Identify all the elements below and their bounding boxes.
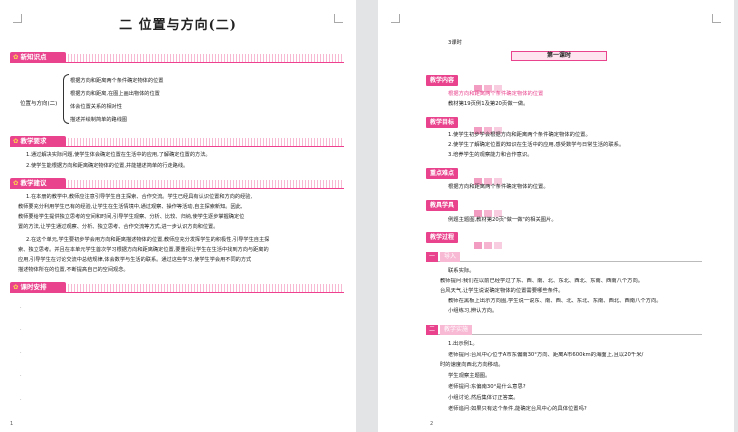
tag-tools: 教具学具 bbox=[426, 200, 459, 211]
tag-teaching-content: 教学内容 bbox=[426, 75, 459, 86]
step-header: 二 教学实施 bbox=[426, 325, 702, 335]
mindmap-branch: 体会位置关系的相对性 bbox=[70, 104, 122, 110]
tag-decor bbox=[474, 119, 504, 134]
crop-mark bbox=[712, 14, 721, 23]
suggestion-line: 2.在这个单元,学生要初步学会用方向和距离描述物体的位置,教师应充分发挥学生的积… bbox=[26, 237, 270, 243]
suggestion-line: 教师要充分利用学生已有的经验,让学生在生活情境中,通过观察、操作等活动,自主探索… bbox=[18, 204, 243, 210]
page-number: 1 bbox=[10, 421, 14, 427]
section-header-suggestions: ✿ 教学建议 bbox=[10, 178, 344, 189]
decorative-hatch bbox=[68, 138, 344, 146]
intro-line: 教师提问:我们在以前已经学过了东、西、南、北、东北、西北、东南、西南八个方向。 bbox=[440, 278, 644, 284]
suggestion-line: 教师要给学生提供独立思考的空间和时间,引导学生观察、分析、比较、归纳,使学生逐步… bbox=[18, 214, 245, 220]
content-line: 教材第19页例1及第20页做一做。 bbox=[448, 101, 529, 107]
tag-keypoints: 重点难点 bbox=[426, 168, 459, 179]
section-header-requirements: ✿ 教学要求 bbox=[10, 136, 344, 147]
keypoint-line: 根据方向和距离两个条件确定物体的位置。 bbox=[448, 184, 549, 190]
hours-label: 3课时 bbox=[448, 40, 462, 46]
section-label: 课时安排 bbox=[20, 283, 47, 291]
star-icon: ✿ bbox=[13, 137, 19, 145]
practice-line: 老师提问:台风中心位于A市东偏南30°方向、距离A市600km的海面上,且以20… bbox=[448, 352, 644, 358]
star-icon: ✿ bbox=[13, 179, 19, 187]
section-label: 教学建议 bbox=[20, 179, 47, 187]
mindmap-branch: 根据方向和距离,在图上画出物体的位置 bbox=[70, 91, 160, 97]
mindmap-root: 位置与方向(二) bbox=[20, 101, 58, 107]
requirement-line: 2.使学生能根据方向和距离确定物体的位置,并能描述简单的行走路线。 bbox=[26, 163, 189, 169]
intro-line: 教师在黑板上出示方向图,学生说一说东、南、西、北、东北、东南、西北、西南八个方向… bbox=[448, 298, 662, 304]
star-icon: ✿ bbox=[13, 53, 19, 61]
page-title: 二 位置与方向(二) bbox=[119, 18, 237, 33]
crop-mark bbox=[391, 14, 400, 23]
tag-teaching-goals: 教学目标 bbox=[426, 117, 459, 128]
decorative-hatch bbox=[68, 284, 344, 292]
section-label: 教学要求 bbox=[20, 137, 47, 145]
suggestion-line: 应用,引导学生在讨论交流中总结规律,体会数学与生活的联系。通过这些学习,使学生学… bbox=[18, 257, 252, 263]
decorative-hatch bbox=[68, 180, 344, 188]
tag-decor bbox=[474, 170, 504, 185]
step-number: 二 bbox=[426, 325, 438, 335]
requirement-line: 1.通过解决实际问题,使学生体会确定位置在生活中的应用,了解确定位置的方法。 bbox=[26, 152, 211, 158]
intro-line: 台风天气,让学生说说确定物体的位置需要哪些条件。 bbox=[440, 288, 564, 294]
step-header: 一 导入 bbox=[426, 252, 702, 262]
placeholder-dot: . bbox=[20, 396, 22, 402]
document-page-1: 二 位置与方向(二) ✿ 新知识点 位置与方向(二) 根据方向和距离两个条件确定物… bbox=[0, 0, 356, 432]
document-page-2: 3课时 第一课时 教学内容 根据方向和距离两个条件确定物体的位置 教材第19页例… bbox=[378, 0, 734, 432]
intro-line: 联系实际。 bbox=[448, 268, 475, 274]
tag-process: 教学过程 bbox=[426, 232, 459, 243]
practice-line: 小组讨论,然后集体订正答案。 bbox=[448, 395, 519, 401]
section-header-schedule: ✿ 课时安排 bbox=[10, 282, 344, 293]
mindmap-branch: 根据方向和距离两个条件确定物体的位置 bbox=[70, 78, 164, 84]
suggestion-line: 索、独立思考。并且在本单元学生首次学习根据方向和距离确定位置,要重视让学生在生活… bbox=[18, 247, 269, 253]
star-icon: ✿ bbox=[13, 283, 19, 291]
tag-decor bbox=[474, 77, 504, 92]
practice-line: 1.出示例1。 bbox=[448, 341, 478, 347]
goal-line: 2.使学生了解确定位置的知识在生活中的应用,感受数学与日常生活的联系。 bbox=[448, 142, 625, 148]
practice-line: 老师追问:如果只有这个条件,能确定台风中心的具体位置吗? bbox=[448, 406, 587, 412]
lesson-title: 第一课时 bbox=[511, 51, 607, 61]
section-header-knowledge: ✿ 新知识点 bbox=[10, 52, 344, 63]
practice-line: 时的速度向西北方向移动。 bbox=[440, 362, 504, 368]
placeholder-dot: . bbox=[20, 349, 22, 355]
page-number: 2 bbox=[430, 421, 434, 427]
placeholder-dot: . bbox=[20, 304, 22, 310]
section-label: 新知识点 bbox=[20, 53, 47, 61]
placeholder-dot: . bbox=[20, 372, 22, 378]
goal-line: 1.使学生初步学会根据方向和距离两个条件确定物体的位置。 bbox=[448, 132, 591, 138]
practice-line: 学生观察主题图。 bbox=[448, 373, 491, 379]
practice-line: 老师提问:东偏南30°是什么意思? bbox=[448, 384, 526, 390]
step-label: 教学实施 bbox=[440, 325, 473, 335]
mindmap-brace bbox=[63, 74, 69, 124]
goal-line: 3.培养学生的观察能力和合作意识。 bbox=[448, 152, 533, 158]
suggestion-line: 置的方法,让学生通过观察、分析、独立思考、合作交流等方式,进一步认识方向和位置。 bbox=[18, 224, 219, 230]
suggestion-line: 1.在本册的教学中,教师应注意引导学生自主探索、合作交流。学生已经具有认识位置和… bbox=[26, 194, 253, 200]
decorative-hatch bbox=[68, 54, 344, 62]
placeholder-dot: . bbox=[20, 326, 22, 332]
tool-line: 例题主题图,教材第20页"做一做"的相关图片。 bbox=[448, 217, 557, 223]
step-number: 一 bbox=[426, 252, 438, 262]
tag-decor bbox=[474, 234, 504, 249]
step-label: 导入 bbox=[440, 252, 461, 262]
intro-line: 小组练习,辨认方向。 bbox=[448, 308, 498, 314]
suggestion-line: 描述物体所在的位置,不断提高自己的空间观念。 bbox=[18, 267, 129, 273]
tag-decor bbox=[474, 202, 504, 217]
mindmap-branch: 描述并绘制简单的路线图 bbox=[70, 117, 128, 123]
content-line: 根据方向和距离两个条件确定物体的位置 bbox=[448, 91, 544, 97]
